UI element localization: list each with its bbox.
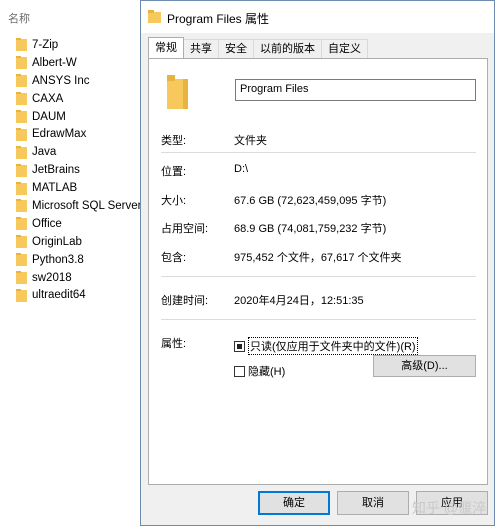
- file-name: Java: [32, 146, 57, 159]
- list-item[interactable]: sw2018: [16, 269, 142, 287]
- tab-sharing[interactable]: 共享: [183, 39, 219, 58]
- file-name: JetBrains: [32, 164, 80, 177]
- list-item[interactable]: CAXA: [16, 90, 142, 108]
- ok-button[interactable]: 确定: [258, 491, 330, 515]
- created-value: 2020年4月24日，12:51:35: [234, 295, 364, 307]
- folder-icon: [167, 75, 189, 112]
- file-name: ultraedit64: [32, 289, 86, 302]
- list-item[interactable]: Java: [16, 143, 142, 161]
- explorer-file-list-pane: 名称 7-Zip Albert-W ANSYS Inc CAXA DAUM Ed…: [0, 0, 145, 530]
- list-item[interactable]: JetBrains: [16, 161, 142, 179]
- file-list: 7-Zip Albert-W ANSYS Inc CAXA DAUM Edraw…: [16, 36, 142, 304]
- list-item[interactable]: Office: [16, 215, 142, 233]
- file-name: Python3.8: [32, 253, 84, 266]
- contains-label: 包含:: [161, 252, 187, 264]
- file-name: EdrawMax: [32, 128, 87, 141]
- dialog-titlebar[interactable]: Program Files 属性: [141, 1, 494, 33]
- list-item[interactable]: 7-Zip: [16, 36, 142, 54]
- file-name: Albert-W: [32, 56, 77, 69]
- readonly-checkbox[interactable]: [234, 340, 245, 352]
- file-name: 7-Zip: [32, 38, 59, 51]
- folder-icon: [16, 74, 27, 88]
- folder-icon: [16, 110, 27, 123]
- tab-previous-versions[interactable]: 以前的版本: [253, 39, 322, 58]
- readonly-checkbox-row[interactable]: 只读(仅应用于文件夹中的文件)(R): [234, 337, 418, 355]
- divider: [161, 319, 476, 320]
- folder-icon: [16, 271, 27, 285]
- file-name: Microsoft SQL Server: [32, 199, 142, 212]
- general-tab-panel: Program Files 类型: 文件夹 位置: D:\ 大小: 67.6 G…: [148, 58, 488, 485]
- hidden-checkbox-label: 隐藏(H): [248, 366, 286, 378]
- folder-icon: [16, 145, 27, 159]
- folder-name-input[interactable]: Program Files: [235, 79, 476, 101]
- folder-icon: [16, 38, 27, 52]
- tab-general[interactable]: 常规: [148, 37, 184, 58]
- file-name: sw2018: [32, 271, 72, 284]
- watermark-text: 知乎 @偃淬: [412, 500, 487, 516]
- contains-value: 975,452 个文件，67,617 个文件夹: [234, 252, 402, 264]
- folder-icon: [16, 199, 27, 213]
- type-value: 文件夹: [234, 135, 267, 147]
- folder-icon: [16, 56, 27, 70]
- list-item[interactable]: Albert-W: [16, 54, 142, 72]
- folder-icon: [16, 92, 27, 106]
- list-item[interactable]: MATLAB: [16, 179, 142, 197]
- list-item[interactable]: Python3.8: [16, 251, 142, 269]
- size-label: 大小:: [161, 195, 187, 207]
- folder-icon: [16, 235, 27, 249]
- column-header-name[interactable]: 名称: [8, 10, 30, 26]
- size-on-disk-value: 68.9 GB (74,081,759,232 字节): [234, 223, 387, 235]
- location-value: D:\: [234, 163, 249, 175]
- list-item[interactable]: ultraedit64: [16, 286, 142, 304]
- attributes-label: 属性:: [161, 338, 187, 350]
- dialog-title: Program Files 属性: [167, 12, 270, 26]
- file-name: DAUM: [32, 110, 66, 123]
- file-name: Office: [32, 217, 62, 230]
- folder-icon: [16, 163, 27, 177]
- size-value: 67.6 GB (72,623,459,095 字节): [234, 195, 387, 207]
- file-name: CAXA: [32, 92, 64, 105]
- tab-customize[interactable]: 自定义: [321, 39, 368, 58]
- folder-icon: [16, 181, 27, 195]
- size-on-disk-label: 占用空间:: [161, 223, 209, 235]
- folder-icon: [16, 127, 27, 141]
- created-label: 创建时间:: [161, 295, 209, 307]
- cancel-button[interactable]: 取消: [337, 491, 409, 515]
- list-item[interactable]: Microsoft SQL Server: [16, 197, 142, 215]
- folder-icon: [16, 217, 27, 231]
- folder-icon: [16, 253, 27, 267]
- properties-dialog: Program Files 属性 常规 共享 安全 以前的版本 自定义 Prog…: [140, 0, 495, 526]
- advanced-button[interactable]: 高级(D)...: [373, 355, 476, 377]
- type-label: 类型:: [161, 135, 187, 147]
- file-name: MATLAB: [32, 182, 78, 195]
- list-item[interactable]: EdrawMax: [16, 125, 142, 143]
- hidden-checkbox[interactable]: [234, 365, 245, 377]
- divider: [161, 152, 476, 153]
- divider: [161, 276, 476, 277]
- list-item[interactable]: ANSYS Inc: [16, 72, 142, 90]
- list-item[interactable]: OriginLab: [16, 233, 142, 251]
- hidden-checkbox-row[interactable]: 隐藏(H): [234, 363, 285, 379]
- tab-security[interactable]: 安全: [218, 39, 254, 58]
- list-item[interactable]: DAUM: [16, 108, 142, 126]
- folder-icon: [148, 10, 161, 26]
- file-name: ANSYS Inc: [32, 74, 90, 87]
- readonly-checkbox-label: 只读(仅应用于文件夹中的文件)(R): [248, 337, 418, 355]
- tab-bar: 常规 共享 安全 以前的版本 自定义: [148, 37, 368, 59]
- folder-icon: [16, 288, 27, 302]
- file-name: OriginLab: [32, 235, 82, 248]
- location-label: 位置:: [161, 166, 187, 178]
